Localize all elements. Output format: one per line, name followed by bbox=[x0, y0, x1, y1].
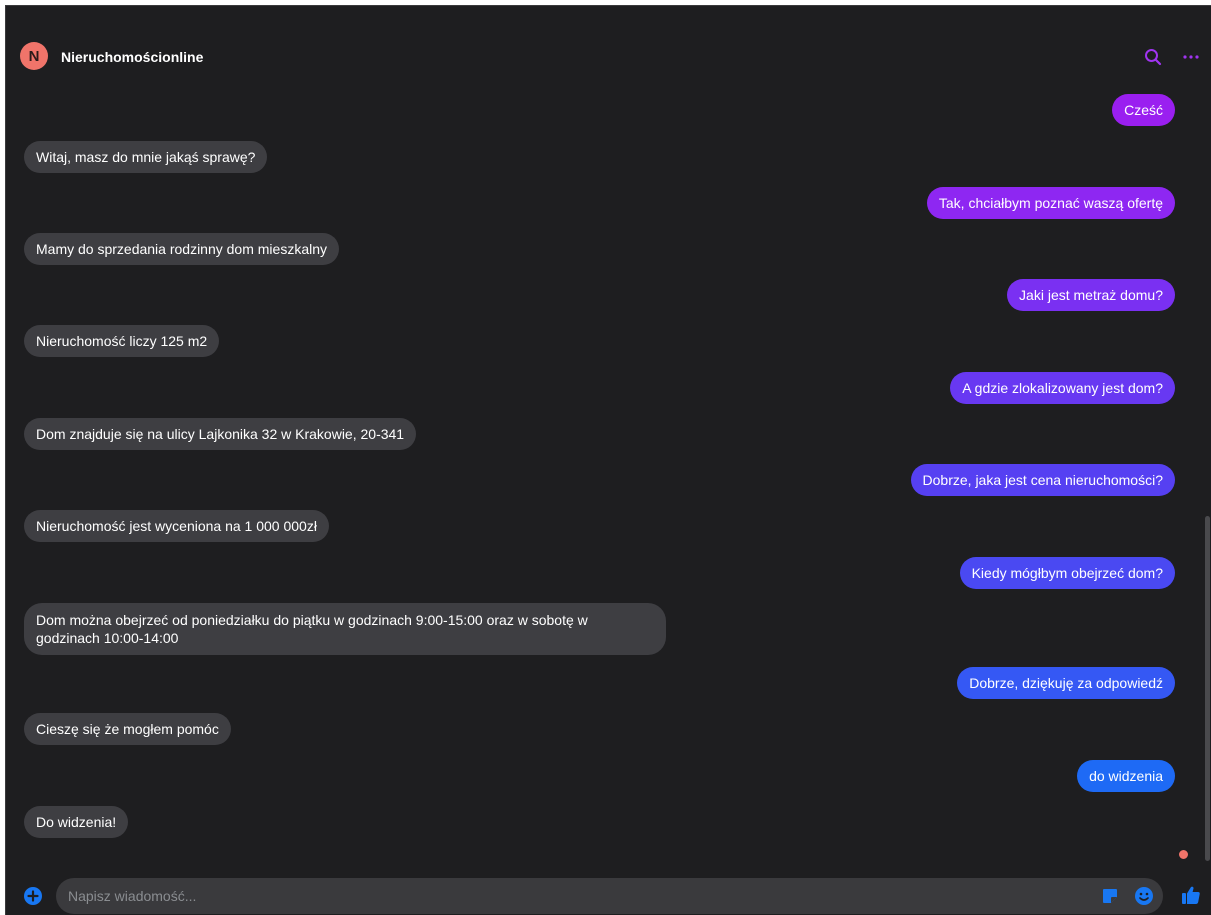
message-bubble-received[interactable]: Nieruchomość jest wyceniona na 1 000 000… bbox=[24, 510, 329, 542]
avatar[interactable]: N bbox=[20, 42, 48, 70]
message-row-sent: Dobrze, jaka jest cena nieruchomości? bbox=[6, 464, 1206, 500]
message-bubble-received[interactable]: Dom znajduje się na ulicy Lajkonika 32 w… bbox=[24, 418, 417, 450]
message-row-received: Do widzenia! bbox=[6, 806, 1206, 842]
sticker-icon[interactable] bbox=[1101, 887, 1119, 905]
message-list: Cześć Witaj, masz do mnie jakąś sprawę? … bbox=[6, 80, 1206, 870]
message-row-received: Mamy do sprzedania rodzinny dom mieszkal… bbox=[6, 233, 1206, 269]
seen-indicator-avatar bbox=[1178, 849, 1189, 860]
message-row-sent: do widzenia bbox=[6, 760, 1206, 796]
chat-window: N Nieruchomościonline Cześć Witaj, masz … bbox=[5, 5, 1211, 915]
message-row-sent: Cześć bbox=[6, 94, 1206, 130]
message-bubble-received[interactable]: Dom można obejrzeć od poniedziałku do pi… bbox=[24, 603, 666, 655]
message-bubble-sent[interactable]: do widzenia bbox=[1077, 760, 1175, 792]
message-bubble-received[interactable]: Do widzenia! bbox=[24, 806, 129, 838]
message-row-sent: Dobrze, dziękuję za odpowiedź bbox=[6, 667, 1206, 703]
message-bubble-sent[interactable]: Dobrze, dziękuję za odpowiedź bbox=[957, 667, 1175, 699]
message-bubble-sent[interactable]: Tak, chciałbym poznać waszą ofertę bbox=[926, 187, 1175, 219]
scrollbar[interactable] bbox=[1204, 40, 1211, 880]
message-row-sent: Jaki jest metraż domu? bbox=[6, 279, 1206, 315]
message-bubble-received[interactable]: Nieruchomość liczy 125 m2 bbox=[24, 325, 220, 357]
message-row-received: Witaj, masz do mnie jakąś sprawę? bbox=[6, 141, 1206, 177]
more-options-icon[interactable] bbox=[1180, 46, 1202, 68]
message-bubble-received[interactable]: Cieszę się że mogłem pomóc bbox=[24, 713, 231, 745]
message-bubble-sent[interactable]: Jaki jest metraż domu? bbox=[1007, 279, 1175, 311]
message-bubble-received[interactable]: Witaj, masz do mnie jakąś sprawę? bbox=[24, 141, 268, 173]
message-bubble-sent[interactable]: Dobrze, jaka jest cena nieruchomości? bbox=[910, 464, 1175, 496]
message-bubble-sent[interactable]: Cześć bbox=[1112, 94, 1175, 126]
message-row-received: Dom znajduje się na ulicy Lajkonika 32 w… bbox=[6, 418, 1206, 454]
message-input[interactable] bbox=[68, 878, 1088, 914]
message-bubble-sent[interactable]: Kiedy mógłbym obejrzeć dom? bbox=[959, 557, 1175, 589]
thumbs-up-icon[interactable] bbox=[1180, 884, 1202, 906]
message-row-sent: Kiedy mógłbym obejrzeć dom? bbox=[6, 557, 1206, 593]
emoji-icon[interactable] bbox=[1134, 886, 1154, 906]
conversation-title[interactable]: Nieruchomościonline bbox=[61, 49, 203, 65]
message-composer bbox=[6, 876, 1211, 915]
message-row-sent: Tak, chciałbym poznać waszą ofertę bbox=[6, 187, 1206, 223]
message-row-received: Nieruchomość jest wyceniona na 1 000 000… bbox=[6, 510, 1206, 546]
plus-circle-icon[interactable] bbox=[24, 887, 42, 905]
message-bubble-received[interactable]: Mamy do sprzedania rodzinny dom mieszkal… bbox=[24, 233, 340, 265]
message-row-received: Dom można obejrzeć od poniedziałku do pi… bbox=[6, 603, 1206, 657]
message-bubble-sent[interactable]: A gdzie zlokalizowany jest dom? bbox=[950, 372, 1175, 404]
message-row-sent: A gdzie zlokalizowany jest dom? bbox=[6, 372, 1206, 408]
search-icon[interactable] bbox=[1142, 46, 1164, 68]
message-input-container[interactable] bbox=[56, 878, 1163, 914]
chat-header: N Nieruchomościonline bbox=[6, 40, 1211, 80]
message-row-received: Cieszę się że mogłem pomóc bbox=[6, 713, 1206, 749]
message-row-received: Nieruchomość liczy 125 m2 bbox=[6, 325, 1206, 361]
scrollbar-thumb[interactable] bbox=[1205, 516, 1210, 861]
